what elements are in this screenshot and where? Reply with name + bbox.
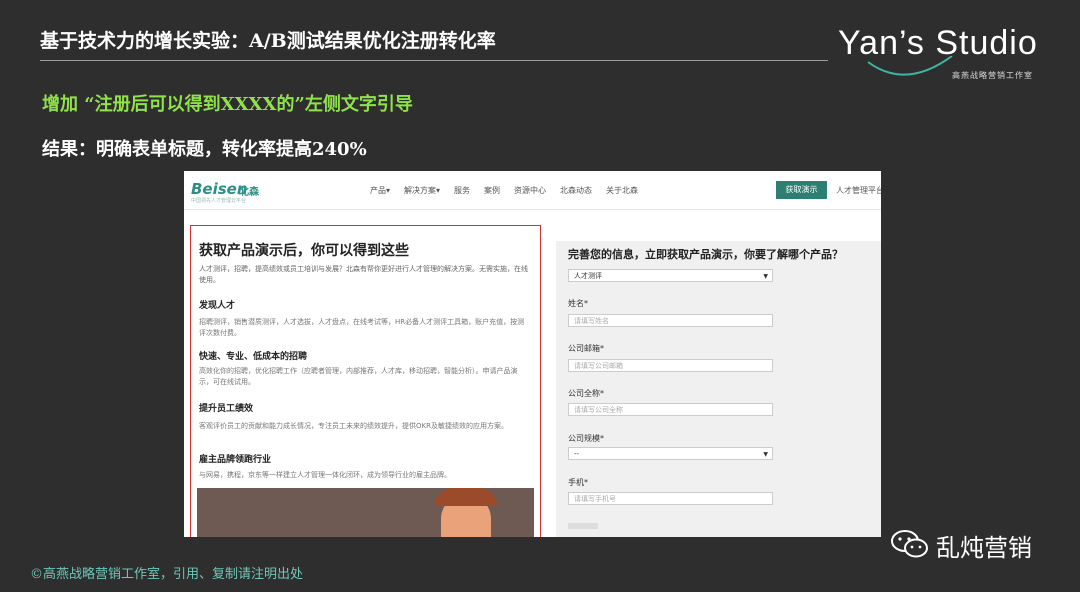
next-field-cutoff — [568, 523, 598, 529]
headline-change: 增加 “注册后可以得到XXXX的”左侧文字引导 — [42, 94, 413, 115]
benefit-text: 招聘测评，销售潜质测评，人才选拔，人才盘点，在线考试等，HR必备人才测评工具箱，… — [199, 318, 525, 337]
copyright-footer: ©高燕战略营销工作室，引用、复制请注明出处 — [30, 567, 304, 582]
site-navbar: Beisen 北森 中国领先人才管理云平台 产品▾ 解决方案▾ 服务 案例 资源… — [184, 171, 881, 210]
benefits-title: 获取产品演示后，你可以得到这些 — [199, 243, 409, 259]
chevron-down-icon: ▼ — [763, 451, 768, 458]
benefit-text: 与网易，携程，京东等一样建立人才管理一体化闭环，成为领导行业的雇主品牌。 — [199, 471, 451, 479]
nav-item-about[interactable]: 关于北森 — [606, 185, 638, 196]
chevron-down-icon: ▼ — [763, 273, 768, 280]
benefit-heading: 雇主品牌领跑行业 — [199, 455, 272, 465]
person-hair — [435, 488, 497, 506]
company-field[interactable]: 请填写公司全称 — [568, 403, 773, 416]
studio-logo: Yan’s Studio 高燕战略营销工作室 — [838, 20, 1048, 86]
name-label: 姓名* — [568, 299, 588, 308]
website-screenshot: Beisen 北森 中国领先人才管理云平台 产品▾ 解决方案▾ 服务 案例 资源… — [184, 171, 881, 537]
company-label: 公司全称* — [568, 389, 604, 398]
product-select-value: 人才测评 — [574, 272, 602, 280]
benefit-heading: 发现人才 — [199, 301, 236, 311]
headline-result: 结果：明确表单标题，转化率提高240% — [42, 139, 367, 160]
form-title: 完善您的信息，立即获取产品演示，你要了解哪个产品？ — [568, 248, 843, 261]
benefit-text: 客观评价员工的贡献和能力成长情况，专注员工未来的绩效提升，提供OKR及敏捷绩效的… — [199, 422, 508, 430]
benefits-panel-highlighted: 获取产品演示后，你可以得到这些 人才测评，招聘，提高绩效或员工培训与发展？北森有… — [190, 225, 541, 537]
name-field[interactable]: 请填写姓名 — [568, 314, 773, 327]
title-divider — [40, 60, 828, 61]
email-label: 公司邮箱* — [568, 344, 604, 353]
wechat-account-name: 乱炖营销 — [936, 534, 1032, 562]
nav-item-cases[interactable]: 案例 — [484, 185, 500, 196]
signup-form: 完善您的信息，立即获取产品演示，你要了解哪个产品？ 人才测评 ▼ 姓名* 请填写… — [556, 241, 881, 537]
logo-subtitle: 高燕战略营销工作室 — [952, 71, 1033, 80]
nav-item-news[interactable]: 北森动态 — [560, 185, 592, 196]
benefits-intro: 人才测评，招聘，提高绩效或员工培训与发展？北森有帮你更好进行人才管理的解决方案。… — [199, 265, 528, 284]
nav-item-solutions[interactable]: 解决方案▾ — [404, 185, 440, 196]
benefit-heading: 提升员工绩效 — [199, 404, 254, 414]
company-size-label: 公司规模* — [568, 434, 604, 443]
get-demo-button[interactable]: 获取演示 — [776, 181, 827, 199]
nav-item-services[interactable]: 服务 — [454, 185, 470, 196]
benefit-heading: 快速、专业、低成本的招聘 — [199, 352, 308, 362]
email-field[interactable]: 请填写公司邮箱 — [568, 359, 773, 372]
wechat-icon — [891, 530, 928, 558]
nav-item-products[interactable]: 产品▾ — [370, 185, 390, 196]
company-size-value: -- — [574, 450, 580, 458]
site-logo-cn: 北森 — [239, 187, 259, 198]
nav-item-talent-platform[interactable]: 人才管理平台 — [836, 185, 881, 196]
site-logo-tagline: 中国领先人才管理云平台 — [191, 198, 247, 204]
wechat-watermark: 乱炖营销 — [890, 522, 1060, 562]
phone-label: 手机* — [568, 478, 588, 487]
product-select[interactable]: 人才测评 ▼ — [568, 269, 773, 282]
slide-title: 基于技术力的增长实验：A/B测试结果优化注册转化率 — [40, 30, 496, 52]
phone-field[interactable]: 请填写手机号 — [568, 492, 773, 505]
nav-menu: 产品▾ 解决方案▾ 服务 案例 资源中心 北森动态 关于北森 — [370, 185, 638, 196]
benefit-text: 高效化你的招聘，优化招聘工作（应聘者管理，内部推荐，人才库，移动招聘，智能分析）… — [199, 367, 518, 386]
hero-photo — [197, 488, 534, 537]
nav-item-resources[interactable]: 资源中心 — [514, 185, 546, 196]
logo-swoosh-icon — [867, 56, 953, 76]
company-size-select[interactable]: -- ▼ — [568, 447, 773, 460]
